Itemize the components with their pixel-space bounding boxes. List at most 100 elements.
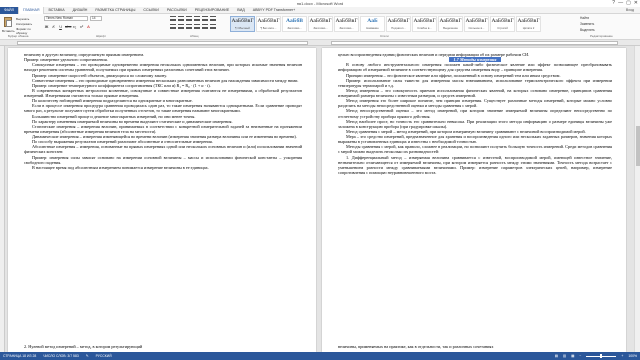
- style-subtle-emphasis[interactable]: АаБбВвГ Слабое в...: [412, 16, 437, 32]
- sort-icon[interactable]: [210, 16, 216, 21]
- style-title[interactable]: АаБ Название: [360, 16, 385, 32]
- zoom-level[interactable]: 100%: [628, 354, 637, 358]
- maximize-button[interactable]: ▢: [626, 0, 631, 6]
- paragraph[interactable]: Метод измерения – это совокупность прием…: [338, 88, 612, 98]
- justify-icon[interactable]: [194, 24, 200, 29]
- style-name: Заголово...: [313, 26, 328, 30]
- minimize-button[interactable]: —: [618, 0, 623, 6]
- paragraph[interactable]: В настоящее время под абсолютным измерен…: [24, 165, 302, 170]
- numbering-icon[interactable]: [178, 16, 184, 21]
- page-right-bottom-line[interactable]: величины, применяемых на практике, как в…: [338, 344, 612, 349]
- style-normal[interactable]: АаБбВвГ ¶ Обычный: [230, 16, 255, 32]
- align-right-icon[interactable]: [186, 24, 192, 29]
- read-mode-icon[interactable]: ▤: [555, 354, 558, 358]
- align-center-icon[interactable]: [178, 24, 184, 29]
- multilevel-list-icon[interactable]: [186, 16, 192, 21]
- subscript-button[interactable]: x₂: [72, 24, 77, 29]
- tab-file[interactable]: ФАЙЛ: [0, 6, 18, 14]
- close-button[interactable]: ✕: [634, 0, 638, 6]
- paragraph[interactable]: Метод непосредственной оценки – это мето…: [338, 108, 612, 118]
- page-left[interactable]: величину в другую величину, определяемую…: [8, 48, 316, 352]
- bold-button[interactable]: Ж: [44, 24, 49, 29]
- window-controls: ? — ▢ ✕: [612, 0, 638, 6]
- zoom-in-button[interactable]: +: [621, 354, 623, 358]
- page-left-bottom-line[interactable]: 2. Нулевой метод измерений – метод, в ко…: [24, 344, 302, 349]
- document-area[interactable]: величину в другую величину, определяемую…: [0, 40, 640, 352]
- paragraph[interactable]: Совокупные измерения – это проводимые од…: [24, 62, 302, 72]
- underline-button[interactable]: Ч: [58, 24, 63, 29]
- tab-insert[interactable]: ВСТАВКА: [44, 7, 68, 14]
- proofing-icon[interactable]: ✎: [86, 354, 89, 358]
- paragraph[interactable]: В современных конкретных метрологии косв…: [24, 88, 302, 98]
- line-spacing-icon[interactable]: [202, 24, 208, 29]
- tab-references[interactable]: ССЫЛКИ: [139, 7, 162, 14]
- paragraph[interactable]: Совместные измерения – это проводимые од…: [24, 78, 302, 83]
- zoom-out-button[interactable]: −: [579, 354, 581, 358]
- paste-button[interactable]: [3, 16, 13, 30]
- page-indicator[interactable]: СТРАНИЦА 18 ИЗ 28: [3, 354, 36, 358]
- style-no-spacing[interactable]: АаБбВвГ ¶ Без инте...: [256, 16, 281, 32]
- align-left-icon[interactable]: [170, 24, 176, 29]
- style-subtitle[interactable]: АаБбВвГ Подзагол...: [386, 16, 411, 32]
- italic-button[interactable]: К: [51, 24, 56, 29]
- paragraph[interactable]: Если в процессе измерения процедура срав…: [24, 103, 302, 113]
- bullets-icon[interactable]: [170, 16, 176, 21]
- select-button[interactable]: Выделить: [580, 28, 636, 32]
- paragraph[interactable]: Абсолютные измерения – измерения, основа…: [24, 144, 302, 154]
- tab-home[interactable]: ГЛАВНАЯ: [18, 6, 45, 14]
- horizontal-ruler[interactable]: [0, 40, 640, 46]
- page-right[interactable]: целью воспроизведения единиц физических …: [322, 48, 626, 352]
- paragraph[interactable]: Метод наиболее прост, но точность его ср…: [338, 119, 612, 129]
- paragraph[interactable]: В основу любого инструментального измере…: [338, 62, 612, 72]
- style-emphasis[interactable]: АаБбВвГ Выделение: [438, 16, 463, 32]
- editing-group: Найти Заменить Выделить: [580, 16, 636, 36]
- paragraph[interactable]: Пример: измерения силы зависят основано …: [24, 155, 302, 165]
- vertical-ruler[interactable]: [0, 46, 5, 352]
- tab-design[interactable]: ДИЗАЙН: [69, 7, 92, 14]
- paragraph[interactable]: Статические измерения – измерения величи…: [24, 124, 302, 134]
- style-name: Выделение: [443, 26, 458, 30]
- increase-indent-icon[interactable]: [202, 16, 208, 21]
- print-layout-icon[interactable]: ▥: [563, 354, 566, 358]
- style-strong[interactable]: АаБбВвГ Строгий: [490, 16, 515, 32]
- font-size-select[interactable]: 14: [90, 16, 102, 21]
- tab-mailings[interactable]: РАССЫЛКИ: [163, 7, 191, 14]
- tab-layout[interactable]: РАЗМЕТКА СТРАНИЦЫ: [91, 7, 139, 14]
- language-indicator[interactable]: РУССКИЙ: [96, 354, 112, 358]
- page-left-text[interactable]: величину в другую величину, определяемую…: [24, 52, 302, 170]
- page-right-text[interactable]: целью воспроизведения единиц физических …: [338, 52, 612, 175]
- paragraph[interactable]: Методы сравнения с мерой, как правило, с…: [338, 144, 612, 154]
- style-sample: АаБбВвГ: [309, 18, 332, 24]
- vertical-scrollbar[interactable]: [634, 46, 640, 352]
- font-name-select[interactable]: Times New Roman: [44, 16, 88, 21]
- replace-button[interactable]: Заменить: [580, 22, 636, 26]
- style-quote-2[interactable]: АаБбВвГ Цитата 2: [516, 16, 541, 32]
- paragraph[interactable]: 1. Дифференциальный метод – измеряемая в…: [338, 155, 612, 176]
- cut-button[interactable]: Вырезать: [16, 17, 29, 21]
- style-heading-1[interactable]: АаБбВ Заголово...: [282, 16, 307, 32]
- style-intense-emphasis[interactable]: АаБбВвГ Сильное в...: [464, 16, 489, 32]
- ruler-right-page: [331, 41, 618, 45]
- copy-button[interactable]: Копировать: [16, 22, 32, 26]
- shading-icon[interactable]: [210, 24, 216, 29]
- tab-review[interactable]: РЕЦЕНЗИРОВАНИЕ: [191, 7, 234, 14]
- paragraph[interactable]: Мера – это средство измерений, предназна…: [338, 134, 612, 144]
- find-button[interactable]: Найти: [580, 16, 636, 20]
- style-heading-3[interactable]: АаБбВвГ Заголово...: [334, 16, 359, 32]
- word-count[interactable]: ЧИСЛО СЛОВ: 3/7 583: [43, 354, 79, 358]
- zoom-slider[interactable]: [586, 354, 617, 358]
- decrease-indent-icon[interactable]: [194, 16, 200, 21]
- help-icon[interactable]: ?: [612, 0, 615, 6]
- style-heading-2[interactable]: АаБбВвГ Заголово...: [308, 16, 333, 32]
- font-color-button[interactable]: A: [86, 24, 91, 29]
- scrollbar-thumb[interactable]: [636, 126, 640, 166]
- strikethrough-button[interactable]: abc: [65, 24, 71, 29]
- superscript-button[interactable]: x²: [79, 24, 84, 29]
- web-layout-icon[interactable]: ▦: [571, 354, 574, 358]
- tab-abbyy[interactable]: ABBYY PDF Transformer+: [249, 7, 300, 14]
- paragraph[interactable]: Метод измерения это более широкое поняти…: [338, 98, 612, 108]
- sign-in-link[interactable]: Вход: [626, 8, 640, 12]
- paragraph[interactable]: Пример: использование силы тяжести для и…: [338, 78, 612, 88]
- tab-view[interactable]: ВИД: [233, 7, 248, 14]
- paragraph-group-label: Абзац: [190, 34, 199, 38]
